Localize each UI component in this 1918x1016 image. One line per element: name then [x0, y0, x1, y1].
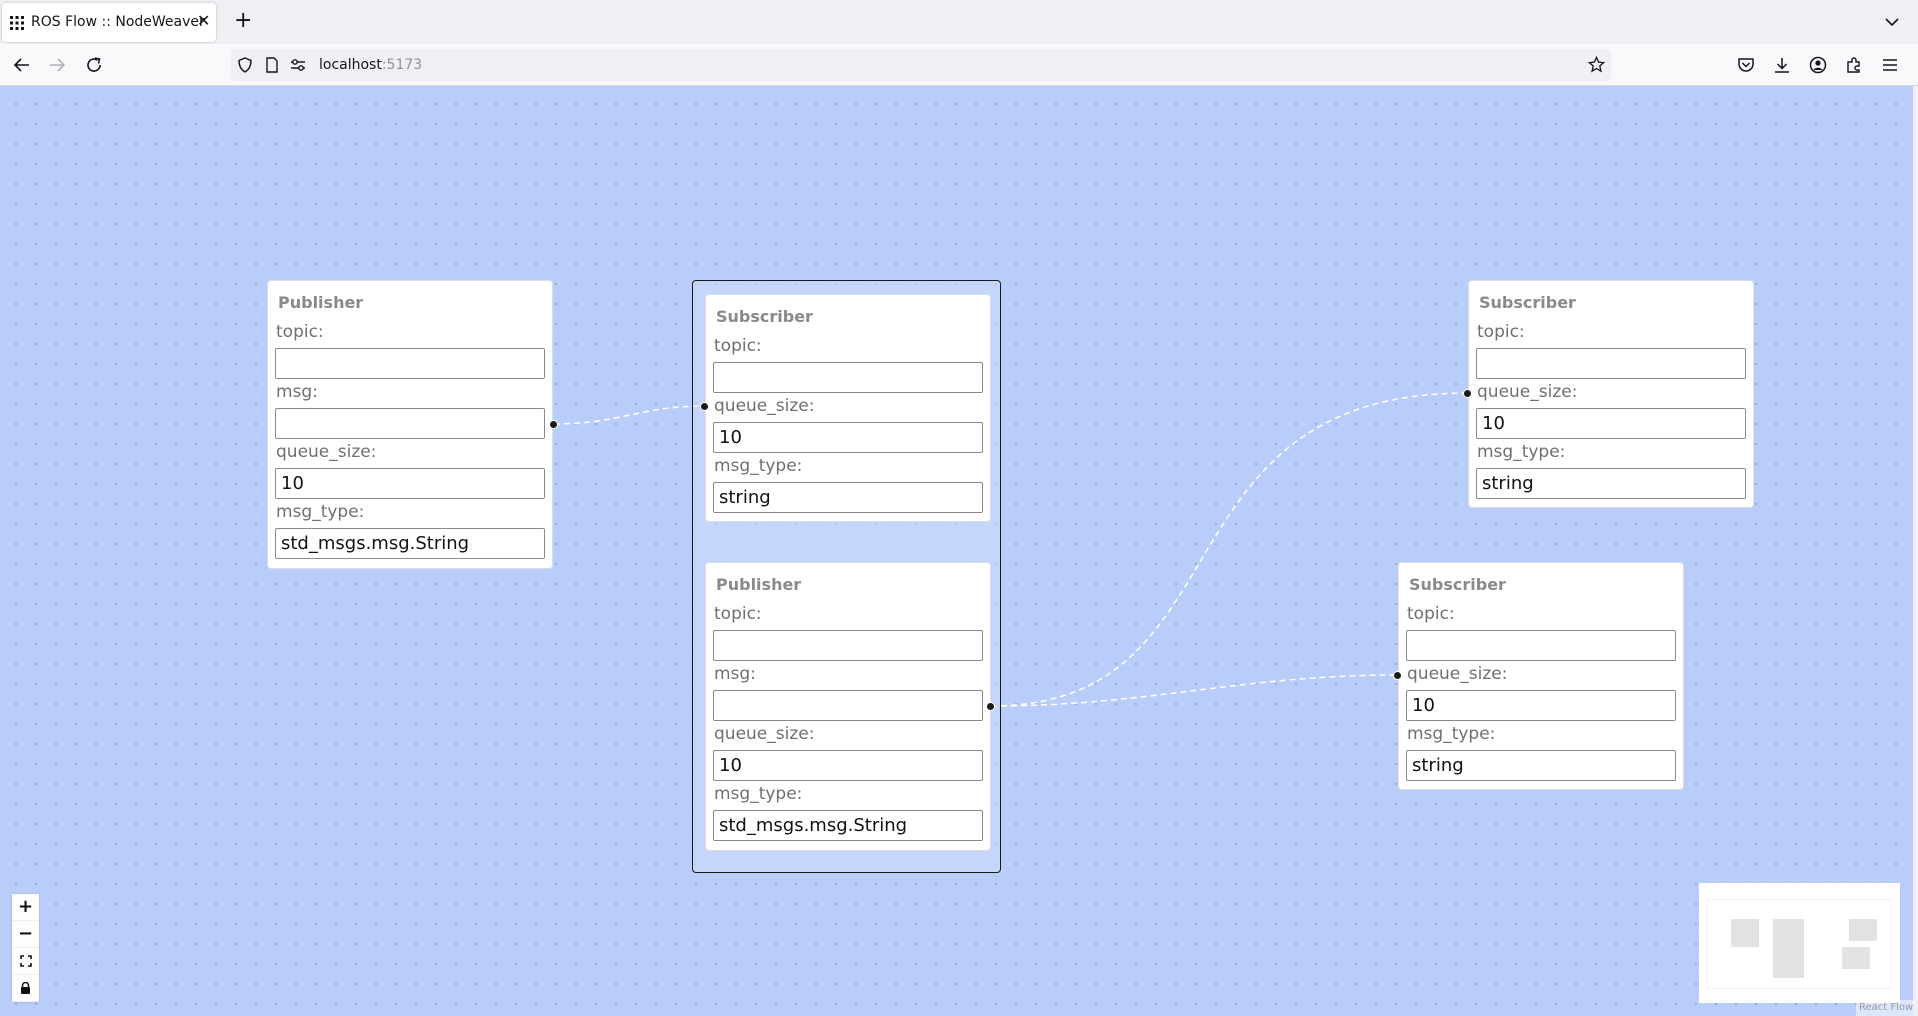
publisher-node[interactable]: Publisher topic: msg: queue_size: msg_ty…: [705, 562, 991, 851]
minimap[interactable]: [1699, 883, 1900, 1003]
msg-label: msg:: [276, 382, 318, 402]
window-edge: [1913, 86, 1918, 1016]
msg-type-input[interactable]: [713, 482, 983, 513]
topic-label: topic:: [714, 336, 762, 356]
extensions-icon[interactable]: [1845, 56, 1863, 74]
url-bar[interactable]: localhost:5173: [231, 49, 1611, 81]
source-handle[interactable]: [986, 702, 995, 711]
msg-type-label: msg_type:: [714, 456, 803, 476]
node-title: Publisher: [278, 293, 364, 312]
url-host: localhost: [319, 57, 382, 73]
reload-icon[interactable]: [85, 56, 103, 74]
msg-type-label: msg_type:: [714, 784, 803, 804]
node-title: Subscriber: [1409, 575, 1506, 594]
minimap-node: [1773, 919, 1804, 978]
url-text[interactable]: localhost:5173: [319, 57, 422, 73]
queue-size-input[interactable]: [713, 422, 983, 453]
minimap-node: [1731, 919, 1759, 947]
fit-view-button[interactable]: [12, 948, 39, 975]
queue-size-label: queue_size:: [276, 442, 377, 462]
node-title: Publisher: [716, 575, 802, 594]
subscriber-node[interactable]: Subscriber topic: queue_size: msg_type:: [1468, 280, 1754, 508]
tab-list-icon[interactable]: [1884, 14, 1900, 30]
page-icon[interactable]: [264, 57, 280, 73]
queue-size-input[interactable]: [713, 750, 983, 781]
topic-input[interactable]: [1476, 348, 1746, 379]
subscriber-node[interactable]: Subscriber topic: queue_size: msg_type:: [705, 294, 991, 522]
account-icon[interactable]: [1809, 56, 1827, 74]
node-title: Subscriber: [716, 307, 813, 326]
msg-type-label: msg_type:: [276, 502, 365, 522]
edge-publisher2-subscriber2[interactable]: [990, 392, 1469, 707]
topic-input[interactable]: [713, 362, 983, 393]
topic-input[interactable]: [713, 630, 983, 661]
edge-publisher2-subscriber3[interactable]: [990, 674, 1399, 707]
msg-type-label: msg_type:: [1477, 442, 1566, 462]
topic-input[interactable]: [1406, 630, 1676, 661]
download-icon[interactable]: [1773, 56, 1791, 74]
queue-size-input[interactable]: [275, 468, 545, 499]
queue-size-label: queue_size:: [1407, 664, 1508, 684]
msg-type-input[interactable]: [713, 810, 983, 841]
menu-icon[interactable]: [1881, 56, 1899, 74]
permissions-icon[interactable]: [290, 58, 306, 72]
navigation-bar: localhost:5173: [0, 44, 1918, 86]
back-icon[interactable]: [13, 56, 31, 74]
zoom-in-button[interactable]: +: [12, 894, 39, 921]
tab-bar: ROS Flow :: NodeWeaver ✕ +: [0, 0, 1918, 44]
forward-icon[interactable]: [48, 56, 66, 74]
msg-input[interactable]: [713, 690, 983, 721]
msg-type-input[interactable]: [275, 528, 545, 559]
minimap-node: [1849, 919, 1877, 941]
flow-canvas[interactable]: Publisher topic: msg: queue_size: msg_ty…: [0, 86, 1918, 1016]
topic-label: topic:: [714, 604, 762, 624]
queue-size-input[interactable]: [1476, 408, 1746, 439]
controls-panel: + −: [12, 894, 39, 1002]
url-port: :5173: [381, 57, 423, 73]
publisher-node[interactable]: Publisher topic: msg: queue_size: msg_ty…: [267, 280, 553, 569]
grid-icon: [10, 16, 24, 30]
tab-title: ROS Flow :: NodeWeaver: [31, 14, 205, 30]
close-icon[interactable]: ✕: [197, 13, 210, 29]
target-handle[interactable]: [700, 402, 709, 411]
queue-size-label: queue_size:: [714, 396, 815, 416]
pocket-icon[interactable]: [1737, 56, 1755, 74]
topic-input[interactable]: [275, 348, 545, 379]
shield-icon[interactable]: [237, 57, 253, 73]
topic-label: topic:: [276, 322, 324, 342]
edge-publisher1-subscriber1[interactable]: [553, 405, 706, 425]
target-handle[interactable]: [1393, 671, 1402, 680]
source-handle[interactable]: [549, 420, 558, 429]
msg-type-label: msg_type:: [1407, 724, 1496, 744]
msg-type-input[interactable]: [1406, 750, 1676, 781]
bookmark-star-icon[interactable]: [1588, 56, 1605, 73]
msg-label: msg:: [714, 664, 756, 684]
topic-label: topic:: [1407, 604, 1455, 624]
browser-tab[interactable]: ROS Flow :: NodeWeaver ✕: [2, 3, 216, 42]
fit-view-icon: [19, 955, 32, 967]
lock-icon: [21, 982, 30, 994]
lock-button[interactable]: [12, 975, 39, 1002]
msg-type-input[interactable]: [1476, 468, 1746, 499]
node-title: Subscriber: [1479, 293, 1576, 312]
queue-size-input[interactable]: [1406, 690, 1676, 721]
topic-label: topic:: [1477, 322, 1525, 342]
queue-size-label: queue_size:: [714, 724, 815, 744]
subscriber-node[interactable]: Subscriber topic: queue_size: msg_type:: [1398, 562, 1684, 790]
msg-input[interactable]: [275, 408, 545, 439]
minimap-node: [1842, 947, 1870, 969]
react-flow-attribution[interactable]: React Flow: [1856, 1000, 1918, 1016]
zoom-out-button[interactable]: −: [12, 921, 39, 948]
queue-size-label: queue_size:: [1477, 382, 1578, 402]
target-handle[interactable]: [1463, 389, 1472, 398]
new-tab-icon[interactable]: +: [234, 10, 252, 32]
